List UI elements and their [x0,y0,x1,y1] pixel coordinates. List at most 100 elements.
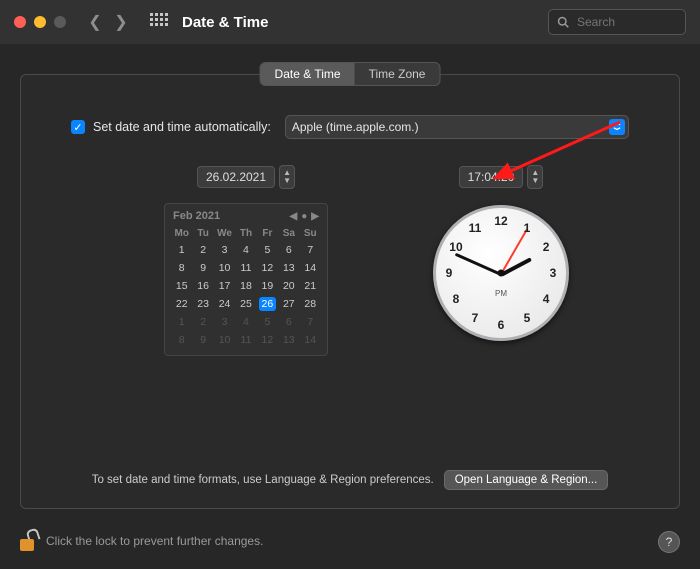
calendar-day[interactable]: 14 [300,331,321,349]
clock-number: 11 [469,221,482,235]
calendar-day[interactable]: 23 [192,295,213,313]
auto-set-checkbox[interactable]: ✓ [71,120,85,134]
calendar-day[interactable]: 9 [192,259,213,277]
calendar-day[interactable]: 17 [214,277,235,295]
calendar-day[interactable]: 16 [192,277,213,295]
clock-number: 8 [453,292,460,306]
search-input[interactable] [575,14,669,30]
calendar-month-label: Feb 2021 [173,210,220,222]
clock-minute-hand [455,253,502,276]
calendar-day[interactable]: 15 [171,277,192,295]
time-stepper-arrows[interactable]: ▲▼ [527,165,543,189]
calendar-day[interactable]: 13 [278,331,299,349]
calendar-day[interactable]: 14 [300,259,321,277]
close-window-button[interactable] [14,16,26,28]
calendar-dow: We [214,226,235,241]
calendar-day[interactable]: 28 [300,295,321,313]
analog-clock: PM 121234567891011 [433,205,569,341]
calendar-day[interactable]: 8 [171,259,192,277]
time-server-value: Apple (time.apple.com.) [292,120,419,134]
open-language-region-button[interactable]: Open Language & Region... [444,470,609,490]
calendar-day[interactable]: 25 [235,295,256,313]
auto-set-label: Set date and time automatically: [93,120,271,134]
tab-bar: Date & Time Time Zone [260,62,441,86]
tab-date-time[interactable]: Date & Time [261,63,355,85]
date-field[interactable]: 26.02.2021 [197,166,275,188]
date-stepper-arrows[interactable]: ▲▼ [279,165,295,189]
calendar-day[interactable]: 7 [300,313,321,331]
clock-ampm: PM [495,289,507,298]
calendar-day[interactable]: 20 [278,277,299,295]
clock-number: 2 [543,240,550,254]
calendar-day[interactable]: 1 [171,313,192,331]
back-button[interactable]: ❮ [84,11,106,33]
time-server-combobox[interactable]: Apple (time.apple.com.) [285,115,629,139]
clock-number: 6 [498,318,505,332]
calendar-day[interactable]: 18 [235,277,256,295]
minimize-window-button[interactable] [34,16,46,28]
calendar-day[interactable]: 10 [214,259,235,277]
calendar-dow: Mo [171,226,192,241]
clock-center-pin [498,270,505,277]
calendar-day[interactable]: 3 [214,241,235,259]
calendar-dow: Th [235,226,256,241]
clock-number: 10 [449,240,462,254]
clock-number: 9 [446,266,453,280]
forward-button[interactable]: ❯ [110,11,132,33]
calendar-nav[interactable]: ◀● ▶ [290,211,319,222]
footer-row: To set date and time formats, use Langua… [21,470,679,490]
calendar-day[interactable]: 11 [235,331,256,349]
calendar-day[interactable]: 26 [257,295,278,313]
calendar-day[interactable]: 12 [257,331,278,349]
calendar-day[interactable]: 2 [192,241,213,259]
calendar-day[interactable]: 5 [257,313,278,331]
calendar-day[interactable]: 3 [214,313,235,331]
lock-hint: Click the lock to prevent further change… [46,534,263,548]
calendar-dow: Su [300,226,321,241]
calendar-day[interactable]: 1 [171,241,192,259]
time-stepper[interactable]: 17:04:20 ▲▼ [459,165,544,189]
time-field[interactable]: 17:04:20 [459,166,524,188]
calendar-day[interactable]: 5 [257,241,278,259]
calendar-dow: Sa [278,226,299,241]
calendar-dow: Tu [192,226,213,241]
calendar-day[interactable]: 8 [171,331,192,349]
tab-time-zone[interactable]: Time Zone [355,63,440,85]
calendar-day[interactable]: 13 [278,259,299,277]
date-column: 26.02.2021 ▲▼ Feb 2021 ◀● ▶ MoTuWeThFrSaS… [161,165,331,356]
search-icon [557,16,569,28]
auto-row: ✓ Set date and time automatically: Apple… [71,115,629,139]
calendar-day[interactable]: 12 [257,259,278,277]
calendar-day[interactable]: 19 [257,277,278,295]
date-stepper[interactable]: 26.02.2021 ▲▼ [197,165,295,189]
calendar[interactable]: Feb 2021 ◀●▶ MoTuWeThFrSaSu 123456789101… [164,203,328,356]
help-button[interactable]: ? [658,531,680,553]
lock-icon[interactable] [20,531,36,551]
show-all-icon[interactable] [150,13,168,31]
clock-number: 3 [550,266,557,280]
calendar-day[interactable]: 24 [214,295,235,313]
calendar-day[interactable]: 21 [300,277,321,295]
calendar-day[interactable]: 10 [214,331,235,349]
calendar-day[interactable]: 4 [235,313,256,331]
calendar-next-icon[interactable]: ▶ [311,211,319,222]
calendar-dow: Fr [257,226,278,241]
footer-hint: To set date and time formats, use Langua… [92,474,434,486]
calendar-day[interactable]: 11 [235,259,256,277]
calendar-day[interactable]: 6 [278,241,299,259]
calendar-today-icon[interactable]: ● [301,211,307,222]
calendar-prev-icon[interactable]: ◀ [290,211,298,222]
calendar-grid: MoTuWeThFrSaSu 1234567891011121314151617… [171,226,321,349]
window-controls [14,16,66,28]
calendar-day[interactable]: 4 [235,241,256,259]
calendar-day[interactable]: 22 [171,295,192,313]
zoom-window-button[interactable] [54,16,66,28]
clock-number: 5 [524,311,531,325]
calendar-day[interactable]: 27 [278,295,299,313]
calendar-day[interactable]: 7 [300,241,321,259]
calendar-day[interactable]: 6 [278,313,299,331]
calendar-day[interactable]: 9 [192,331,213,349]
calendar-day[interactable]: 2 [192,313,213,331]
clock-number: 1 [524,221,531,235]
search-field[interactable] [548,9,686,35]
